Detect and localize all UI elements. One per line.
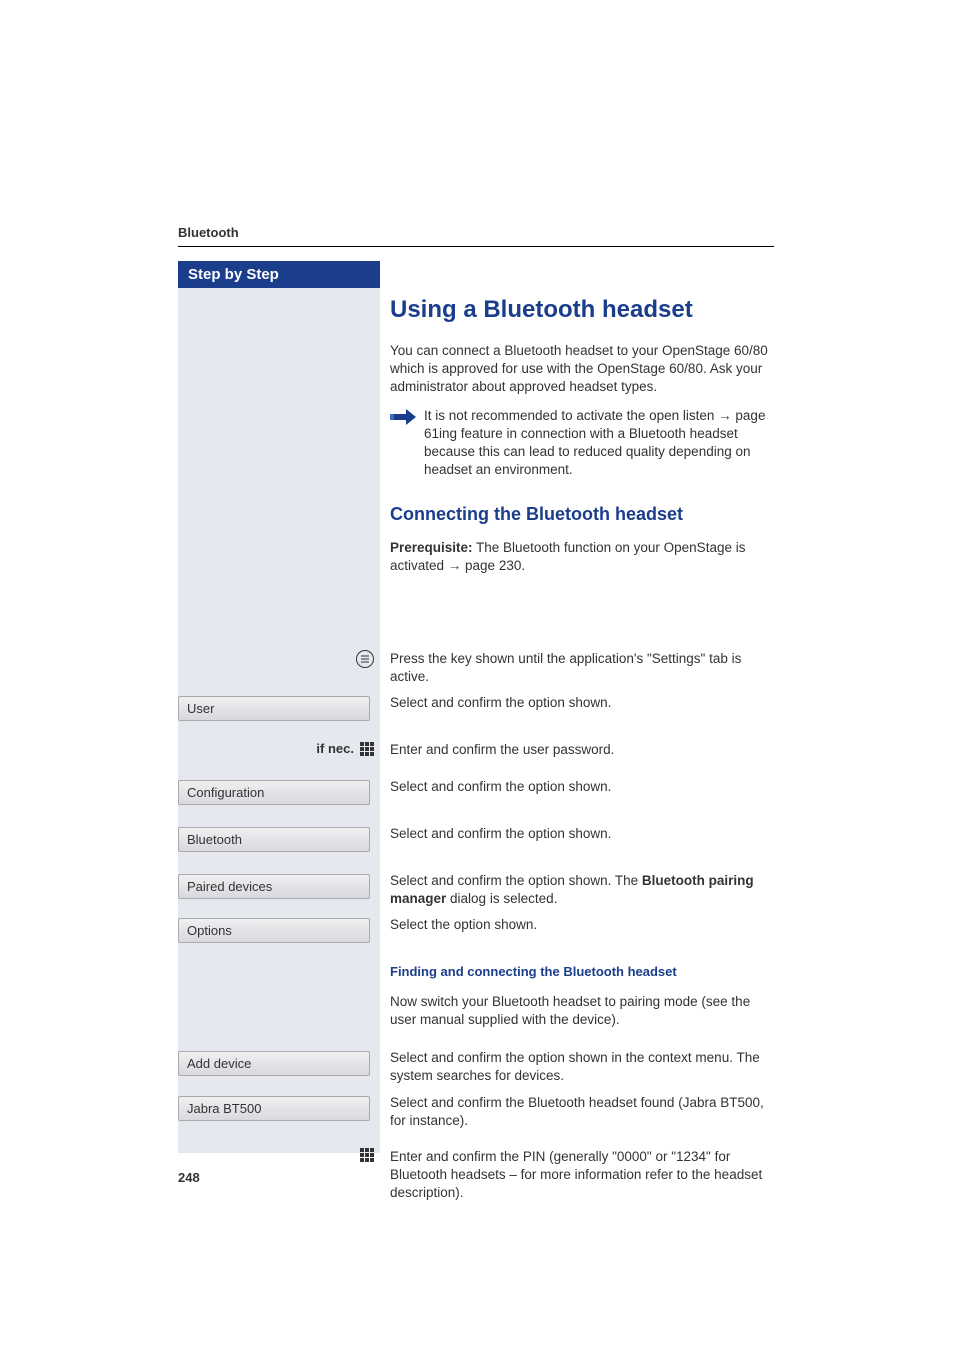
- keypad-icon: [360, 1148, 374, 1162]
- menu-configuration: Configuration: [178, 780, 370, 805]
- note-box: It is not recommended to activate the op…: [390, 407, 774, 480]
- header-section: Bluetooth: [178, 225, 774, 240]
- if-nec-label: if nec.: [316, 741, 354, 756]
- intro-paragraph: You can connect a Bluetooth headset to y…: [390, 342, 774, 397]
- heading-connecting: Connecting the Bluetooth headset: [390, 504, 774, 525]
- settings-key-icon: [356, 650, 374, 668]
- pairing-mode-paragraph: Now switch your Bluetooth headset to pai…: [390, 993, 778, 1029]
- note-arrow-icon: [390, 407, 418, 425]
- header-rule: [178, 246, 774, 247]
- step-by-step-header: Step by Step: [178, 261, 380, 288]
- step-text: Select and confirm the option shown.: [380, 694, 778, 712]
- step-text: Enter and confirm the user password.: [380, 741, 778, 759]
- step-text: Select and confirm the option shown.: [380, 778, 778, 796]
- steps-container: Press the key shown until the applicatio…: [178, 650, 778, 1211]
- step-text: Select and confirm the option shown.: [380, 825, 778, 843]
- keypad-icon: [360, 742, 374, 756]
- step-text: Select the option shown.: [380, 916, 778, 934]
- step-text: Press the key shown until the applicatio…: [380, 650, 778, 686]
- menu-add-device: Add device: [178, 1051, 370, 1076]
- page-number: 248: [178, 1170, 200, 1185]
- menu-user: User: [178, 696, 370, 721]
- menu-bluetooth: Bluetooth: [178, 827, 370, 852]
- step-text: Enter and confirm the PIN (generally "00…: [380, 1148, 778, 1203]
- heading-finding-connecting: Finding and connecting the Bluetooth hea…: [390, 963, 778, 981]
- note-text: It is not recommended to activate the op…: [418, 407, 774, 480]
- menu-options: Options: [178, 918, 370, 943]
- prerequisite-label: Prerequisite:: [390, 540, 473, 555]
- menu-jabra-bt500: Jabra BT500: [178, 1096, 370, 1121]
- step-text: Select and confirm the Bluetooth headset…: [380, 1094, 778, 1130]
- prerequisite-paragraph: Prerequisite: The Bluetooth function on …: [390, 539, 774, 575]
- heading-using-bluetooth: Using a Bluetooth headset: [390, 296, 774, 324]
- menu-paired-devices: Paired devices: [178, 874, 370, 899]
- step-text: Select and confirm the option shown. The…: [380, 872, 778, 908]
- step-text: Select and confirm the option shown in t…: [380, 1049, 778, 1085]
